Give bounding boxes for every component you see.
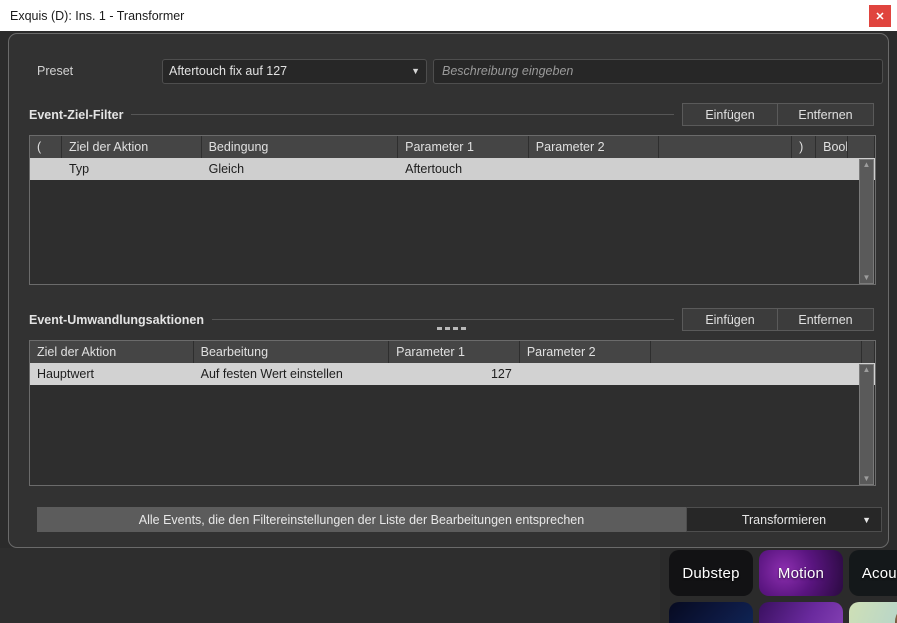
card-row2-item3[interactable] xyxy=(849,602,897,623)
browser-card-grid: Dubstep Motion Acoustic xyxy=(660,540,897,623)
card-motion[interactable]: Motion xyxy=(759,550,843,596)
actions-col-operation[interactable]: Bearbeitung xyxy=(194,341,390,363)
actions-cell-param1[interactable]: 127 xyxy=(389,363,520,385)
filter-table-scrollbar[interactable]: ▲ ▼ xyxy=(859,159,874,284)
filter-table-body-empty[interactable] xyxy=(30,180,875,284)
actions-remove-button[interactable]: Entfernen xyxy=(778,308,874,331)
preset-dropdown-value: Aftertouch fix auf 127 xyxy=(169,64,287,78)
scroll-up-icon[interactable]: ▲ xyxy=(863,365,871,375)
card-motion-label: Motion xyxy=(778,565,824,582)
actions-table-body-empty[interactable] xyxy=(30,385,875,485)
actions-cell-target[interactable]: Hauptwert xyxy=(30,363,194,385)
card-dubstep-label: Dubstep xyxy=(682,565,739,582)
filter-cell-close-paren[interactable] xyxy=(792,158,816,180)
scroll-down-icon[interactable]: ▼ xyxy=(863,273,871,283)
filter-section-header: Event-Ziel-Filter Einfügen Entfernen xyxy=(29,106,874,123)
transform-button[interactable]: Transformieren ▼ xyxy=(686,507,882,532)
filter-col-param2[interactable]: Parameter 2 xyxy=(529,136,660,158)
filter-insert-button[interactable]: Einfügen xyxy=(682,103,778,126)
description-input[interactable]: Beschreibung eingeben xyxy=(433,59,883,84)
actions-table-header: Ziel der Aktion Bearbeitung Parameter 1 … xyxy=(30,341,875,363)
preset-dropdown[interactable]: Aftertouch fix auf 127 ▼ xyxy=(162,59,427,84)
filter-col-close-paren[interactable]: ) xyxy=(792,136,816,158)
filter-col-open-paren[interactable]: ( xyxy=(30,136,62,158)
chevron-down-icon: ▼ xyxy=(411,66,420,76)
actions-section-rule xyxy=(212,319,674,320)
filter-cell-param1[interactable]: Aftertouch xyxy=(398,158,529,180)
actions-insert-button[interactable]: Einfügen xyxy=(682,308,778,331)
actions-col-param1[interactable]: Parameter 1 xyxy=(389,341,520,363)
filter-cell-target[interactable]: Typ xyxy=(62,158,202,180)
chevron-down-icon: ▼ xyxy=(862,515,871,525)
filter-cell-condition[interactable]: Gleich xyxy=(202,158,399,180)
table-row[interactable]: Typ Gleich Aftertouch xyxy=(30,158,875,180)
card-row2-item1[interactable] xyxy=(669,602,753,623)
transform-button-label: Transformieren xyxy=(742,513,826,527)
actions-col-target[interactable]: Ziel der Aktion xyxy=(30,341,194,363)
filter-col-param1[interactable]: Parameter 1 xyxy=(398,136,529,158)
card-acoustic[interactable]: Acoustic xyxy=(849,550,897,596)
actions-table-scrollbar[interactable]: ▲ ▼ xyxy=(859,364,874,485)
timeline-track-area[interactable] xyxy=(0,548,660,623)
card-row2-item2[interactable] xyxy=(759,602,843,623)
screen: Dubstep Motion Acoustic Exquis (D): Ins.… xyxy=(0,0,897,623)
filter-section-title: Event-Ziel-Filter xyxy=(29,108,123,122)
description-placeholder: Beschreibung eingeben xyxy=(442,64,573,78)
close-icon[interactable]: ✕ xyxy=(869,5,891,27)
actions-col-param2[interactable]: Parameter 2 xyxy=(520,341,651,363)
filter-col-target[interactable]: Ziel der Aktion xyxy=(62,136,202,158)
filter-cell-bool[interactable] xyxy=(816,158,848,180)
scope-info-text: Alle Events, die den Filtereinstellungen… xyxy=(139,513,584,527)
actions-section-buttons: Einfügen Entfernen xyxy=(682,308,874,331)
actions-section-header: Event-Umwandlungsaktionen Einfügen Entfe… xyxy=(29,311,874,328)
transformer-dialog: Preset Aftertouch fix auf 127 ▼ Beschrei… xyxy=(8,33,889,548)
filter-remove-button[interactable]: Entfernen xyxy=(778,103,874,126)
actions-cell-param2[interactable] xyxy=(520,363,651,385)
window-titlebar[interactable]: Exquis (D): Ins. 1 - Transformer ✕ xyxy=(0,0,897,31)
actions-table: Ziel der Aktion Bearbeitung Parameter 1 … xyxy=(29,340,876,486)
filter-table-header: ( Ziel der Aktion Bedingung Parameter 1 … xyxy=(30,136,875,158)
filter-col-bool[interactable]: Bool xyxy=(816,136,848,158)
actions-cell-operation[interactable]: Auf festen Wert einstellen xyxy=(194,363,390,385)
dialog-footer: Alle Events, die den Filtereinstellungen… xyxy=(37,507,882,532)
table-row[interactable]: Hauptwert Auf festen Wert einstellen 127 xyxy=(30,363,875,385)
filter-cell-open-paren[interactable] xyxy=(30,158,62,180)
filter-table: ( Ziel der Aktion Bedingung Parameter 1 … xyxy=(29,135,876,285)
preset-label: Preset xyxy=(37,64,162,78)
scroll-up-icon[interactable]: ▲ xyxy=(863,160,871,170)
filter-col-spacer xyxy=(848,136,875,158)
actions-cell-blank[interactable] xyxy=(651,363,862,385)
filter-cell-param2[interactable] xyxy=(529,158,660,180)
filter-section-rule xyxy=(131,114,674,115)
preset-row: Preset Aftertouch fix auf 127 ▼ Beschrei… xyxy=(9,58,888,84)
filter-cell-blank[interactable] xyxy=(659,158,792,180)
filter-col-blank[interactable] xyxy=(659,136,792,158)
card-dubstep[interactable]: Dubstep xyxy=(669,550,753,596)
scroll-down-icon[interactable]: ▼ xyxy=(863,474,871,484)
actions-col-spacer xyxy=(862,341,875,363)
card-acoustic-label: Acoustic xyxy=(862,565,897,582)
actions-col-blank[interactable] xyxy=(651,341,862,363)
filter-col-condition[interactable]: Bedingung xyxy=(202,136,399,158)
scope-info-bar[interactable]: Alle Events, die den Filtereinstellungen… xyxy=(37,507,686,532)
actions-section-title: Event-Umwandlungsaktionen xyxy=(29,313,204,327)
window-title: Exquis (D): Ins. 1 - Transformer xyxy=(10,9,184,23)
filter-section-buttons: Einfügen Entfernen xyxy=(682,103,874,126)
